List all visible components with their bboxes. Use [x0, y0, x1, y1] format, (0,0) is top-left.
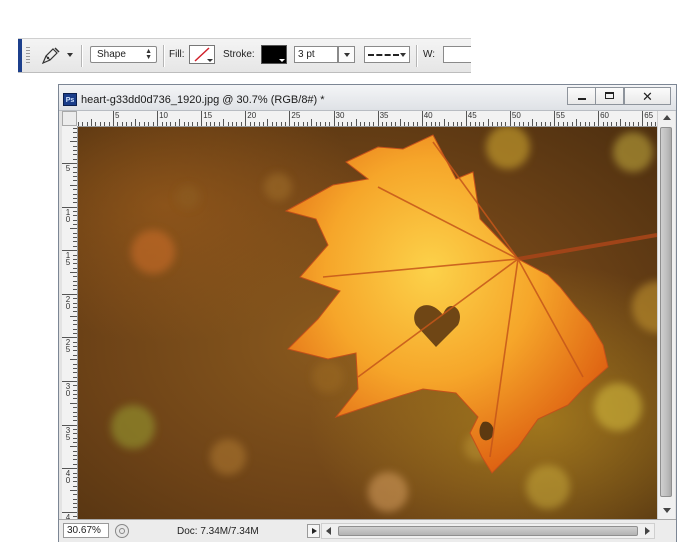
- status-info-icon[interactable]: [115, 524, 129, 538]
- ruler-label: 50: [511, 111, 521, 120]
- stroke-swatch[interactable]: [261, 45, 287, 64]
- vertical-scroll-thumb[interactable]: [660, 127, 672, 497]
- chevron-down-icon: [67, 53, 73, 57]
- ruler-label: 55: [556, 111, 565, 120]
- ruler-label: 20: [247, 111, 257, 120]
- minimize-button[interactable]: [567, 87, 596, 105]
- chevron-down-icon: [400, 53, 406, 57]
- options-bar: Shape ▲ ▼ Fill: Stroke: 3 pt W:: [18, 38, 471, 73]
- ruler-label: 20: [65, 294, 71, 311]
- width-input[interactable]: [443, 46, 471, 63]
- minimize-icon: [578, 98, 586, 100]
- ruler-label: 10: [65, 207, 71, 224]
- stroke-label: Stroke:: [223, 49, 255, 60]
- ruler-label: 15: [203, 111, 213, 120]
- vertical-scrollbar[interactable]: [657, 111, 675, 519]
- up-down-arrows-icon: ▲ ▼: [145, 48, 152, 61]
- mode-select-value: Shape: [97, 49, 126, 60]
- doc-size-info: Doc: 7.34M/7.34M: [177, 526, 259, 537]
- options-bar-grip[interactable]: [26, 47, 30, 64]
- status-bar: 30.67% Doc: 7.34M/7.34M: [59, 519, 676, 542]
- scroll-left-icon[interactable]: [326, 527, 331, 535]
- horizontal-ruler[interactable]: 5 10 15 20 25 30 35 40 45 50 55 60 65: [77, 111, 657, 127]
- maximize-button[interactable]: [595, 87, 624, 105]
- ruler-label: 30: [65, 382, 71, 398]
- mode-select[interactable]: Shape ▲ ▼: [90, 46, 157, 63]
- stroke-width-dropdown[interactable]: [338, 46, 355, 63]
- ruler-label: 40: [423, 111, 433, 120]
- close-button[interactable]: ✕: [624, 87, 671, 105]
- ruler-label: 35: [65, 425, 71, 442]
- panel-accent: [18, 39, 22, 72]
- fill-label: Fill:: [169, 49, 185, 60]
- scroll-up-icon[interactable]: [663, 115, 671, 120]
- ruler-label: 35: [379, 111, 389, 120]
- scroll-right-icon[interactable]: [645, 527, 650, 535]
- status-menu-arrow-icon[interactable]: [307, 524, 320, 538]
- document-title-bar[interactable]: Ps heart-g33dd0d736_1920.jpg @ 30.7% (RG…: [59, 85, 676, 111]
- stroke-width-input[interactable]: 3 pt: [294, 46, 338, 63]
- ruler-label: 25: [65, 338, 71, 355]
- ruler-label: 10: [159, 111, 168, 120]
- horizontal-scrollbar[interactable]: [321, 523, 655, 539]
- ruler-label: 15: [65, 251, 71, 268]
- ruler-label: 25: [291, 111, 301, 120]
- chevron-down-icon: [279, 59, 285, 62]
- dashed-line-icon: [368, 54, 399, 56]
- scroll-down-icon[interactable]: [663, 508, 671, 513]
- document-window: Ps heart-g33dd0d736_1920.jpg @ 30.7% (RG…: [58, 84, 677, 542]
- horizontal-scroll-thumb[interactable]: [338, 526, 638, 536]
- ruler-label: 40: [65, 469, 71, 486]
- separator: [416, 45, 418, 67]
- zoom-input[interactable]: 30.67%: [63, 523, 109, 538]
- separator: [163, 45, 165, 67]
- ruler-label: 5: [115, 111, 120, 120]
- close-icon: ✕: [642, 89, 653, 104]
- ruler-label: 30: [335, 111, 345, 120]
- stroke-type-select[interactable]: [364, 46, 410, 63]
- image-canvas[interactable]: [78, 127, 657, 519]
- ruler-label: 65: [644, 111, 654, 120]
- photoshop-icon: Ps: [63, 93, 77, 106]
- tool-preset-picker[interactable]: [38, 45, 76, 66]
- width-label: W:: [423, 49, 436, 60]
- ruler-origin[interactable]: [62, 111, 77, 126]
- autumn-leaf-photo: [78, 127, 657, 519]
- maximize-icon: [605, 92, 614, 99]
- vertical-ruler[interactable]: 51015202530354045: [62, 126, 78, 519]
- ruler-label: 5: [65, 164, 71, 173]
- pen-tool-icon: [41, 47, 60, 65]
- ruler-label: 45: [467, 111, 477, 120]
- chevron-down-icon: [207, 59, 213, 62]
- ruler-label: 60: [600, 111, 609, 120]
- document-title: heart-g33dd0d736_1920.jpg @ 30.7% (RGB/8…: [81, 94, 325, 106]
- ruler-ticks: [62, 128, 77, 517]
- separator: [81, 45, 83, 67]
- fill-swatch[interactable]: [189, 45, 215, 64]
